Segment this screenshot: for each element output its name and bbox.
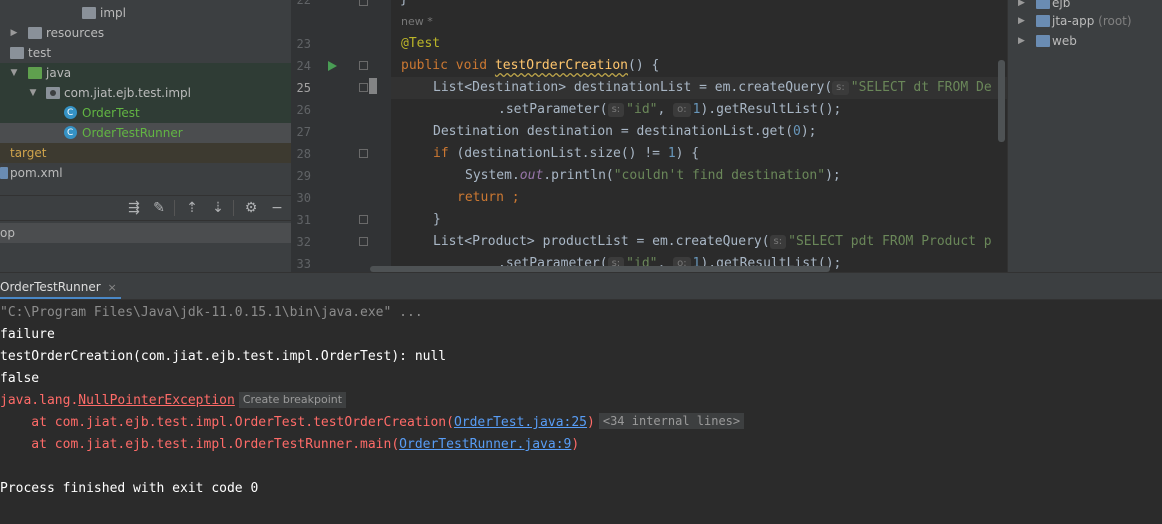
tree-item-resources[interactable]: ▶ resources: [0, 23, 291, 43]
run-tab-ordertestrunner[interactable]: OrderTestRunner ×: [0, 275, 121, 300]
tree-item-package[interactable]: ▼ com.jiat.ejb.test.impl: [0, 83, 291, 103]
code-line-31: }: [433, 212, 441, 227]
fold-marker-icon[interactable]: [359, 215, 368, 224]
toolbar-separator: [174, 200, 175, 216]
services-item[interactable]: op: [0, 223, 291, 243]
class-icon: [64, 103, 77, 123]
fold-marker-icon[interactable]: [359, 237, 368, 246]
package-icon: [46, 87, 60, 99]
chevron-down-icon[interactable]: ▼: [9, 63, 19, 83]
line-number: 24: [296, 59, 311, 73]
console-stacktrace-line: at com.jiat.ejb.test.impl.OrderTest.test…: [0, 412, 1162, 434]
close-icon[interactable]: ×: [107, 275, 116, 300]
tree-item-java[interactable]: ▼ java: [0, 63, 291, 83]
editor-gutter: 22 23 24 25 26 27 28 29 30 31 32 33: [291, 0, 391, 272]
tree-item-ordertestrunner[interactable]: OrderTestRunner: [0, 123, 291, 143]
param-hint: s:: [607, 103, 625, 117]
code-editor[interactable]: } new * @Test public void testOrderCreat…: [391, 0, 1007, 272]
fold-marker-icon[interactable]: [359, 83, 368, 92]
test-source-folder-icon: [28, 67, 42, 79]
console-line: testOrderCreation(com.jiat.ejb.test.impl…: [0, 349, 447, 364]
source-link-ordertestrunner[interactable]: OrderTestRunner.java:9: [399, 437, 571, 452]
code-line-29: System.out.println("couldn't find destin…: [465, 168, 841, 183]
tree-item-test[interactable]: test: [0, 43, 291, 63]
edit-icon[interactable]: ✎: [150, 199, 168, 217]
module-icon: [1036, 0, 1050, 9]
toolbar-separator: [233, 200, 234, 216]
tree-item-target[interactable]: target: [0, 143, 291, 163]
module-item-jta-app[interactable]: ▶ jta-app (root): [1008, 11, 1162, 31]
line-number: 22: [296, 0, 311, 7]
minimize-icon[interactable]: −: [268, 199, 286, 217]
line-number: 23: [296, 37, 311, 51]
code-line-hint: new *: [401, 11, 1007, 33]
tree-item-ordertest[interactable]: OrderTest: [0, 103, 291, 123]
add-config-icon[interactable]: ⇶: [125, 199, 143, 217]
text-caret: [369, 78, 377, 94]
exception-class-link[interactable]: NullPointerException: [78, 393, 235, 408]
resources-folder-icon: [28, 27, 42, 39]
module-icon: [1036, 15, 1050, 27]
module-item-web[interactable]: ▶ web: [1008, 31, 1162, 51]
chevron-right-icon[interactable]: ▶: [9, 23, 19, 43]
new-hint: new *: [401, 15, 433, 28]
chevron-down-icon[interactable]: ▼: [28, 83, 38, 103]
services-panel: op: [0, 220, 291, 272]
run-tool-window-header: OrderTestRunner ×: [0, 272, 1162, 300]
code-line-24: public void testOrderCreation() {: [401, 58, 660, 73]
maven-tool-window: ▶ ejb ▶ jta-app (root) ▶ web: [1007, 0, 1162, 272]
create-breakpoint-button[interactable]: Create breakpoint: [238, 392, 347, 408]
code-line-32: List<Product> productList = em.createQue…: [433, 234, 992, 249]
chevron-right-icon[interactable]: ▶: [1018, 31, 1025, 51]
line-number: 31: [296, 213, 311, 227]
maven-file-icon: [0, 167, 8, 179]
code-line-23: @Test: [401, 36, 441, 51]
code-line-22: }: [400, 0, 1007, 11]
folder-icon: [82, 7, 96, 19]
chevron-right-icon[interactable]: ▶: [1018, 11, 1025, 31]
line-number: 28: [296, 147, 311, 161]
tree-item-impl[interactable]: impl: [0, 3, 291, 23]
gear-icon[interactable]: ⚙: [242, 199, 260, 217]
line-number: 32: [296, 235, 311, 249]
method-name[interactable]: testOrderCreation: [495, 58, 628, 73]
line-number: 27: [296, 125, 311, 139]
fold-marker-icon[interactable]: [359, 61, 368, 70]
folder-icon: [10, 47, 24, 59]
tree-item-pom[interactable]: pom.xml: [0, 163, 291, 183]
project-toolbar: ⇶ ✎ ⇡ ⇣ ⚙ −: [0, 195, 291, 219]
line-number: 25: [296, 81, 311, 95]
module-icon: [1036, 35, 1050, 47]
project-tool-window: impl ▶ resources test ▼ java ▼ com.jiat.…: [0, 0, 291, 272]
editor-vertical-scrollbar[interactable]: [998, 60, 1005, 142]
expand-all-icon[interactable]: ⇡: [183, 199, 201, 217]
collapse-all-icon[interactable]: ⇣: [209, 199, 227, 217]
source-link-ordertest[interactable]: OrderTest.java:25: [454, 415, 587, 430]
run-gutter-icon[interactable]: [328, 61, 337, 71]
param-hint: o:: [673, 103, 691, 117]
code-line-25: List<Destination> destinationList = em.c…: [391, 77, 1007, 99]
internal-lines-toggle[interactable]: <34 internal lines>: [598, 413, 745, 429]
fold-marker-icon[interactable]: [359, 149, 368, 158]
console-command-line[interactable]: "C:\Program Files\Java\jdk-11.0.15.1\bin…: [0, 302, 1162, 324]
code-line-30: return ;: [457, 190, 520, 205]
code-line-27: Destination destination = destinationLis…: [433, 124, 817, 139]
console-exit-line: Process finished with exit code 0: [0, 481, 259, 496]
run-console[interactable]: "C:\Program Files\Java\jdk-11.0.15.1\bin…: [0, 299, 1162, 524]
console-exception-line: java.lang.NullPointerException Create bre…: [0, 390, 1162, 412]
param-hint: s:: [832, 81, 849, 95]
fold-marker-icon[interactable]: [359, 0, 368, 6]
code-line-26: .setParameter(s: "id", o: 1).getResultList…: [498, 102, 842, 117]
class-icon: [64, 123, 77, 143]
line-number: 29: [296, 169, 311, 183]
param-hint: s:: [769, 235, 787, 249]
console-line: false: [0, 371, 40, 386]
line-number: 30: [296, 191, 311, 205]
line-number: 26: [296, 103, 311, 117]
console-stacktrace-line: at com.jiat.ejb.test.impl.OrderTestRunne…: [0, 437, 580, 452]
code-line-28: if (destinationList.size() != 1) {: [433, 146, 700, 161]
console-line: failure: [0, 327, 55, 342]
